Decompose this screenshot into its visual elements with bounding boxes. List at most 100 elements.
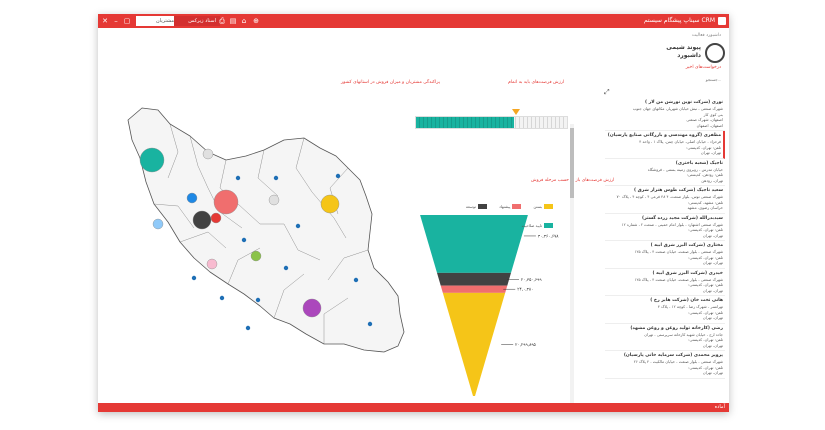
funnel-segment[interactable] — [440, 285, 508, 293]
list-item-name: ناجیک (شعبه باختری) — [675, 160, 723, 166]
legend-item-closing: بستن — [534, 204, 553, 210]
map-title: پراکندگی مشتریان و میزان فروش در استانها… — [341, 80, 441, 85]
list-item[interactable]: پرویز محمدی (شرکت سرمایه خانی پارسیان) شه… — [605, 351, 725, 379]
list-item[interactable]: خیدری (شرکت البرز شرق ابیه ) شهرک صنعتی -… — [605, 269, 725, 296]
list-item[interactable]: رضی (کارخانه تولید روغن و روغن مشهد) جاده… — [605, 324, 725, 351]
province-marker — [295, 223, 301, 229]
map-bubble[interactable] — [320, 194, 340, 214]
map-bubble[interactable] — [268, 194, 280, 206]
province-marker — [235, 175, 241, 181]
app-window: ✕ – ▢ مشتریان اسناد زیرکس ⎙ ▤ ⌂ ⊕ سیناپ … — [98, 14, 729, 412]
list-item-detail: تهران- تهران — [702, 260, 723, 265]
title-bar: ✕ – ▢ مشتریان اسناد زیرکس ⎙ ▤ ⌂ ⊕ سیناپ … — [98, 14, 729, 28]
funnel-value-label: ۲۴,۰,۳۸۰ — [517, 287, 533, 292]
funnel-value-label: ۳۰,۳۶۰,۶۷۸ — [538, 233, 559, 238]
funnel-legend: بستن پیشنهاد توسعه تایید صلاحیت — [418, 196, 553, 229]
province-marker — [273, 175, 279, 181]
list-item-name: سیدبدرالله (شرکت مجید زرده گستر) — [642, 215, 723, 221]
scrollbar-thumb[interactable] — [570, 128, 574, 198]
list-item-detail: تهران- تهران — [700, 150, 721, 155]
add-tab-icon[interactable]: ⊕ — [252, 17, 260, 25]
list-item-detail: تهران- تهران — [702, 342, 723, 348]
list-item-detail: شهرک صنعتی توس- بلوار صنعت- ۴ ۴۸ فرعی ۴ … — [616, 194, 723, 199]
list-item-detail: تهران- رودهن — [701, 177, 723, 183]
list-item[interactable]: مختاری (شرکت البرز شرق ابیه ) شهرک صنعتی … — [605, 241, 725, 269]
document-icon[interactable]: ▤ — [229, 17, 237, 25]
list-item[interactable]: ناجیک (شعبه باختری) خیابان مدرس - روبروی … — [605, 159, 725, 186]
tab-xerox-documents[interactable]: اسناد زیرکس — [174, 16, 220, 26]
list-item[interactable]: نوری (شرکت نوین نورشن من لار ) شهرک صنعتی… — [605, 98, 725, 131]
progress-title: ارزش فرصت‌های باید به اتمام — [508, 80, 565, 85]
list-item[interactable]: مظفری (گروه مهندسی و بازرگانی صنایع پارس… — [605, 131, 725, 159]
list-item-name: پرویز محمدی (شرکت سرمایه خانی پارسیان) — [623, 353, 723, 358]
map-bubble[interactable] — [152, 218, 164, 230]
dashboard-canvas: ۳۰,۳۶۰,۶۷۸ ۲۰,۳۵۰,۶۹۹ ۲۴,۰,۳۸۰ ۲۰,۲۹۹,۸۹۵ — [127, 107, 559, 396]
province-marker — [219, 295, 225, 301]
list-item-detail: تهران- تهران — [702, 370, 723, 375]
list-item-name: هانی تخت خان (شرکت هابر رخ ) — [650, 298, 723, 303]
dashboard-main: ۳۰,۳۶۰,۶۷۸ ۲۰,۳۵۰,۶۹۹ ۲۴,۰,۳۸۰ ۲۰,۲۹۹,۸۹۵ پ… — [98, 28, 614, 412]
province-marker — [255, 297, 261, 303]
legend-swatch — [544, 223, 553, 229]
funnel-segment[interactable] — [442, 292, 506, 396]
list-item-detail: خراسان رضوی- مشهد — [687, 205, 723, 210]
gauge-logo-icon — [705, 43, 725, 63]
sidebar: داشبورد فعالیت پیوند شیمی داشبورد درخواس… — [596, 28, 729, 403]
progress-bar — [415, 116, 568, 129]
map-bubble[interactable] — [202, 148, 214, 160]
close-icon[interactable]: ✕ — [101, 17, 109, 25]
legend-label: پیشنهاد — [499, 203, 511, 209]
map-bubble[interactable] — [213, 189, 239, 215]
restore-icon[interactable]: ▢ — [123, 17, 131, 25]
map-bubble[interactable] — [210, 212, 222, 224]
province-marker — [283, 265, 289, 271]
list-item[interactable]: سیدبدرالله (شرکت مجید زرده گستر) شهرک صنع… — [605, 214, 725, 241]
tab-customers[interactable]: مشتریان — [136, 16, 178, 26]
legend-label: تایید صلاحیت — [521, 222, 542, 228]
map-bubble[interactable] — [250, 250, 262, 262]
province-marker — [245, 325, 251, 331]
app-logo-icon — [718, 17, 726, 25]
iran-map — [127, 107, 405, 353]
recent-requests-link[interactable]: درخواست‌های اخیر — [686, 65, 721, 70]
map-bubble[interactable] — [139, 147, 165, 173]
list-item-name: نوری (شرکت نوین نورشن من لار ) — [645, 100, 723, 105]
list-item-detail: تهران- تهران — [702, 287, 723, 293]
list-item-name: مظفری (گروه مهندسی و بازرگانی صنایع پارس… — [607, 133, 721, 138]
iran-outline — [127, 107, 405, 353]
progress-ticks — [416, 117, 567, 128]
map-bubble[interactable] — [302, 298, 322, 318]
funnel-chart: ۳۰,۳۶۰,۶۷۸ ۲۰,۳۵۰,۶۹۹ ۲۴,۰,۳۸۰ ۲۰,۲۹۹,۸۹۵ — [420, 215, 559, 396]
legend-item-qualification: تایید صلاحیت — [522, 223, 553, 229]
printer-icon[interactable]: ⎙ — [218, 17, 226, 25]
province-marker — [241, 237, 247, 243]
province-marker — [191, 275, 197, 281]
list-item-name: مختاری (شرکت البرز شرق ابیه ) — [650, 243, 723, 248]
minimize-icon[interactable]: – — [112, 17, 120, 25]
breadcrumb[interactable]: داشبورد فعالیت — [692, 33, 721, 38]
map-bubble[interactable] — [206, 258, 218, 270]
brand-name: پیوند شیمی — [666, 44, 701, 51]
funnel-value-label: ۲۰,۲۹۹,۸۹۵ — [515, 342, 536, 347]
legend-label: بستن — [533, 203, 542, 209]
search-input[interactable] — [603, 75, 721, 83]
province-marker — [353, 277, 359, 283]
map-bubble[interactable] — [192, 210, 212, 230]
list-item[interactable]: سعید ناجیک (شرکت طوس هنراز شرق ) شهرک صنع… — [605, 186, 725, 214]
progress-target-marker — [512, 109, 520, 115]
external-link-icon[interactable]: ⤢ — [604, 88, 610, 97]
legend-swatch — [544, 204, 553, 210]
funnel-segment[interactable] — [437, 272, 511, 286]
map-bubble[interactable] — [186, 192, 198, 204]
status-text: آماده — [714, 404, 725, 410]
list-item-detail: اصفهان- اصفهان — [696, 122, 723, 128]
home-icon[interactable]: ⌂ — [240, 17, 248, 25]
main-scrollbar[interactable] — [570, 124, 574, 412]
window-title: سیناپ پیشگام سیستم CRM — [643, 17, 715, 24]
funnel-segment[interactable] — [420, 215, 528, 273]
list-item-name: خیدری (شرکت البرز شرق ابیه ) — [652, 270, 723, 276]
list-item[interactable]: هانی تخت خان (شرکت هابر رخ ) تهرانسر - شه… — [605, 296, 725, 324]
status-bar: آماده — [98, 403, 729, 412]
list-item-name: رضی (کارخانه تولید روغن و روغن مشهد) — [630, 325, 723, 331]
province-marker — [367, 321, 373, 327]
